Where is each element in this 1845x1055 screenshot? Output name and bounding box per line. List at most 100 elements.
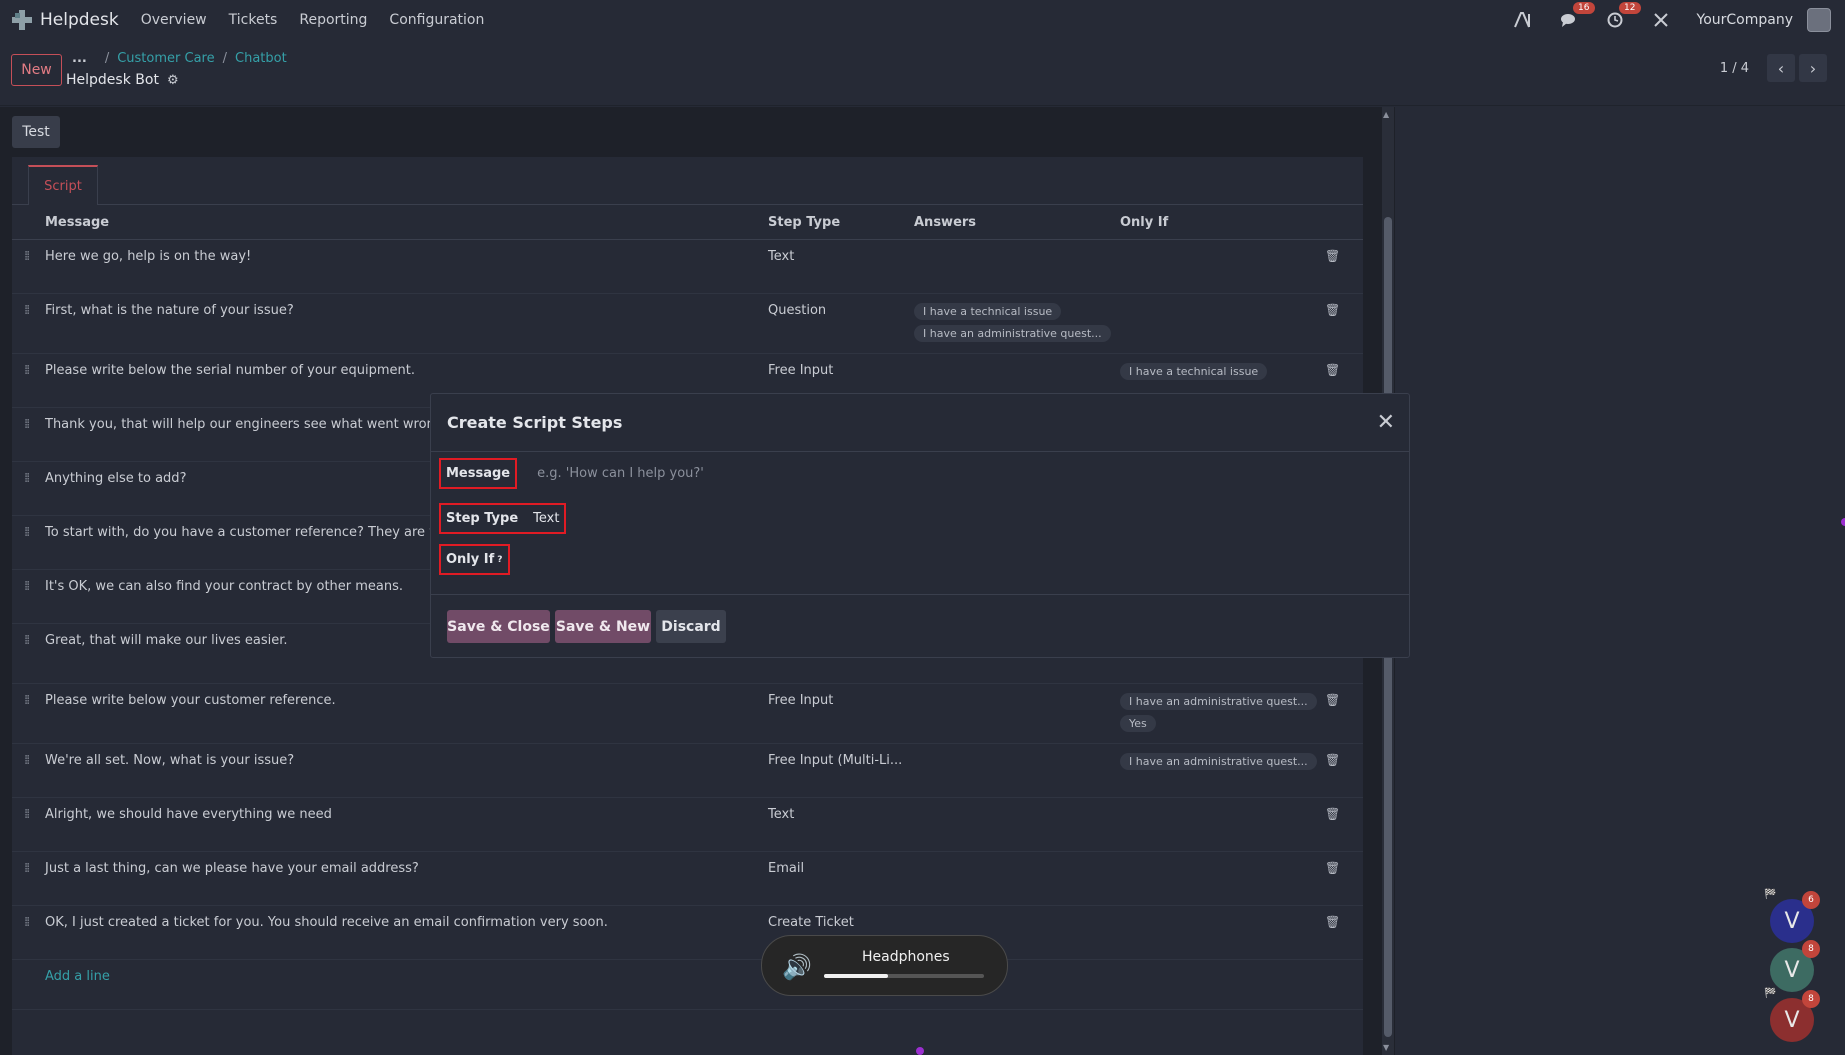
trash-icon[interactable]: 🗑 [1325, 753, 1340, 767]
ai-icon[interactable] [1513, 10, 1533, 30]
step-answers[interactable]: I have a technical issue I have an admini… [914, 293, 1120, 354]
menu-configuration[interactable]: Configuration [389, 12, 484, 28]
trash-icon[interactable]: 🗑 [1325, 807, 1340, 821]
step-only-if[interactable] [1120, 293, 1325, 354]
close-icon[interactable]: ✕ [1377, 410, 1395, 435]
column-header-answers[interactable]: Answers [914, 207, 1120, 240]
trash-icon[interactable]: 🗑 [1325, 915, 1340, 929]
drag-handle-icon[interactable]: ⁞⁞ [12, 417, 30, 432]
drag-handle-icon[interactable]: ⁞⁞ [12, 303, 30, 318]
tools-icon[interactable] [1651, 10, 1671, 30]
drag-handle-icon[interactable]: ⁞⁞ [12, 249, 30, 264]
drag-handle-icon[interactable]: ⁞⁞ [12, 525, 30, 540]
menu-reporting[interactable]: Reporting [299, 12, 367, 28]
breadcrumb-more[interactable]: ... [72, 51, 87, 66]
pager-value[interactable]: 1 / 4 [1720, 61, 1749, 76]
drag-handle-icon[interactable]: ⁞⁞ [12, 579, 30, 594]
test-button[interactable]: Test [12, 116, 60, 148]
pager-previous-icon[interactable]: ‹ [1767, 54, 1795, 82]
menu-overview[interactable]: Overview [141, 12, 207, 28]
step-only-if[interactable] [1120, 851, 1325, 906]
step-only-if[interactable]: I have an administrative quest... [1120, 743, 1325, 798]
table-row[interactable]: ⁞⁞ We're all set. Now, what is your issue… [12, 743, 1363, 798]
column-header-step-type[interactable]: Step Type [768, 207, 914, 240]
scroll-up-icon[interactable]: ▲ [1383, 110, 1389, 119]
trash-icon[interactable]: 🗑 [1325, 249, 1340, 263]
user-avatar[interactable] [1807, 8, 1831, 32]
table-row[interactable]: ⁞⁞ OK, I just created a ticket for you. Y… [12, 905, 1363, 960]
add-line-link[interactable]: Add a line [45, 969, 110, 984]
table-row[interactable]: ⁞⁞ Please write below your customer refer… [12, 683, 1363, 744]
step-message[interactable]: First, what is the nature of your issue? [45, 293, 768, 354]
speaker-icon: 🔊 [782, 953, 812, 981]
drag-handle-icon[interactable]: ⁞⁞ [12, 633, 30, 648]
trash-icon[interactable]: 🗑 [1325, 861, 1340, 875]
volume-slider[interactable] [824, 974, 984, 978]
step-type[interactable]: Free Input (Multi-Li... [768, 743, 914, 798]
help-tooltip-icon[interactable]: ? [497, 555, 502, 565]
breadcrumb-separator: / [222, 51, 227, 66]
trash-icon[interactable]: 🗑 [1325, 303, 1340, 317]
chat-bubble[interactable]: V 6 🏁 [1764, 889, 1820, 943]
chat-bubble[interactable]: V 8 🏁 [1764, 988, 1820, 1042]
activity-clock-icon[interactable]: 12 [1605, 2, 1641, 30]
step-type-select[interactable]: Text [533, 511, 559, 526]
breadcrumb-chatbot[interactable]: Chatbot [235, 51, 287, 66]
step-only-if[interactable]: I have an administrative quest... Yes [1120, 683, 1325, 744]
tab-script[interactable]: Script [28, 165, 98, 205]
scroll-down-icon[interactable]: ▼ [1383, 1043, 1389, 1052]
step-answers[interactable] [914, 239, 1120, 294]
chat-bubble-badge: 8 [1802, 940, 1820, 958]
drag-handle-icon[interactable]: ⁞⁞ [12, 807, 30, 822]
drag-handle-icon[interactable]: ⁞⁞ [12, 471, 30, 486]
menu-tickets[interactable]: Tickets [229, 12, 278, 28]
table-row[interactable]: ⁞⁞ Here we go, help is on the way! Text 🗑 [12, 239, 1363, 294]
step-type[interactable]: Free Input [768, 683, 914, 744]
drag-handle-icon[interactable]: ⁞⁞ [12, 861, 30, 876]
column-header-only-if[interactable]: Only If [1120, 207, 1325, 240]
step-type[interactable]: Text [768, 239, 914, 294]
save-close-button[interactable]: Save & Close [447, 610, 550, 643]
step-answers[interactable] [914, 743, 1120, 798]
top-navbar: Helpdesk Overview Tickets Reporting Conf… [0, 0, 1845, 40]
discard-button[interactable]: Discard [656, 610, 726, 643]
chat-bubble[interactable]: V8 [1770, 940, 1820, 992]
app-brand[interactable]: Helpdesk [12, 10, 119, 30]
table-row[interactable]: ⁞⁞ Just a last thing, can we please have … [12, 851, 1363, 906]
company-switcher[interactable]: YourCompany [1697, 12, 1794, 28]
step-type[interactable]: Question [768, 293, 914, 354]
step-answers[interactable] [914, 683, 1120, 744]
breadcrumb-customer-care[interactable]: Customer Care [117, 51, 214, 66]
column-header-message[interactable]: Message [45, 207, 768, 240]
new-button[interactable]: New [11, 54, 62, 86]
step-only-if[interactable] [1120, 905, 1325, 960]
step-message[interactable]: Just a last thing, can we please have yo… [45, 851, 768, 906]
step-message[interactable]: We're all set. Now, what is your issue? [45, 743, 768, 798]
helpdesk-app-icon [12, 10, 32, 30]
table-row[interactable]: ⁞⁞ First, what is the nature of your issu… [12, 293, 1363, 354]
trash-icon[interactable]: 🗑 [1325, 693, 1340, 707]
step-message[interactable]: OK, I just created a ticket for you. You… [45, 905, 768, 960]
save-new-button[interactable]: Save & New [555, 610, 651, 643]
step-message[interactable]: Please write below your customer referen… [45, 683, 768, 744]
trash-icon[interactable]: 🗑 [1325, 363, 1340, 377]
drag-handle-icon[interactable]: ⁞⁞ [12, 753, 30, 768]
dialog-header: Create Script Steps ✕ [431, 394, 1409, 452]
step-only-if[interactable] [1120, 797, 1325, 852]
chat-icon[interactable]: 16 [1559, 2, 1595, 30]
step-answers[interactable] [914, 851, 1120, 906]
step-message[interactable]: Here we go, help is on the way! [45, 239, 768, 294]
drag-handle-icon[interactable]: ⁞⁞ [12, 363, 30, 378]
step-answers[interactable] [914, 797, 1120, 852]
tab-divider [12, 204, 1363, 205]
step-only-if[interactable] [1120, 239, 1325, 294]
drag-handle-icon[interactable]: ⁞⁞ [12, 915, 30, 930]
step-type[interactable]: Email [768, 851, 914, 906]
gear-icon[interactable]: ⚙ [167, 73, 179, 88]
step-type[interactable]: Text [768, 797, 914, 852]
message-input[interactable]: e.g. 'How can I help you?' [537, 466, 704, 481]
drag-handle-icon[interactable]: ⁞⁞ [12, 693, 30, 708]
pager-next-icon[interactable]: › [1799, 54, 1827, 82]
table-row[interactable]: ⁞⁞ Alright, we should have everything we … [12, 797, 1363, 852]
step-message[interactable]: Alright, we should have everything we ne… [45, 797, 768, 852]
